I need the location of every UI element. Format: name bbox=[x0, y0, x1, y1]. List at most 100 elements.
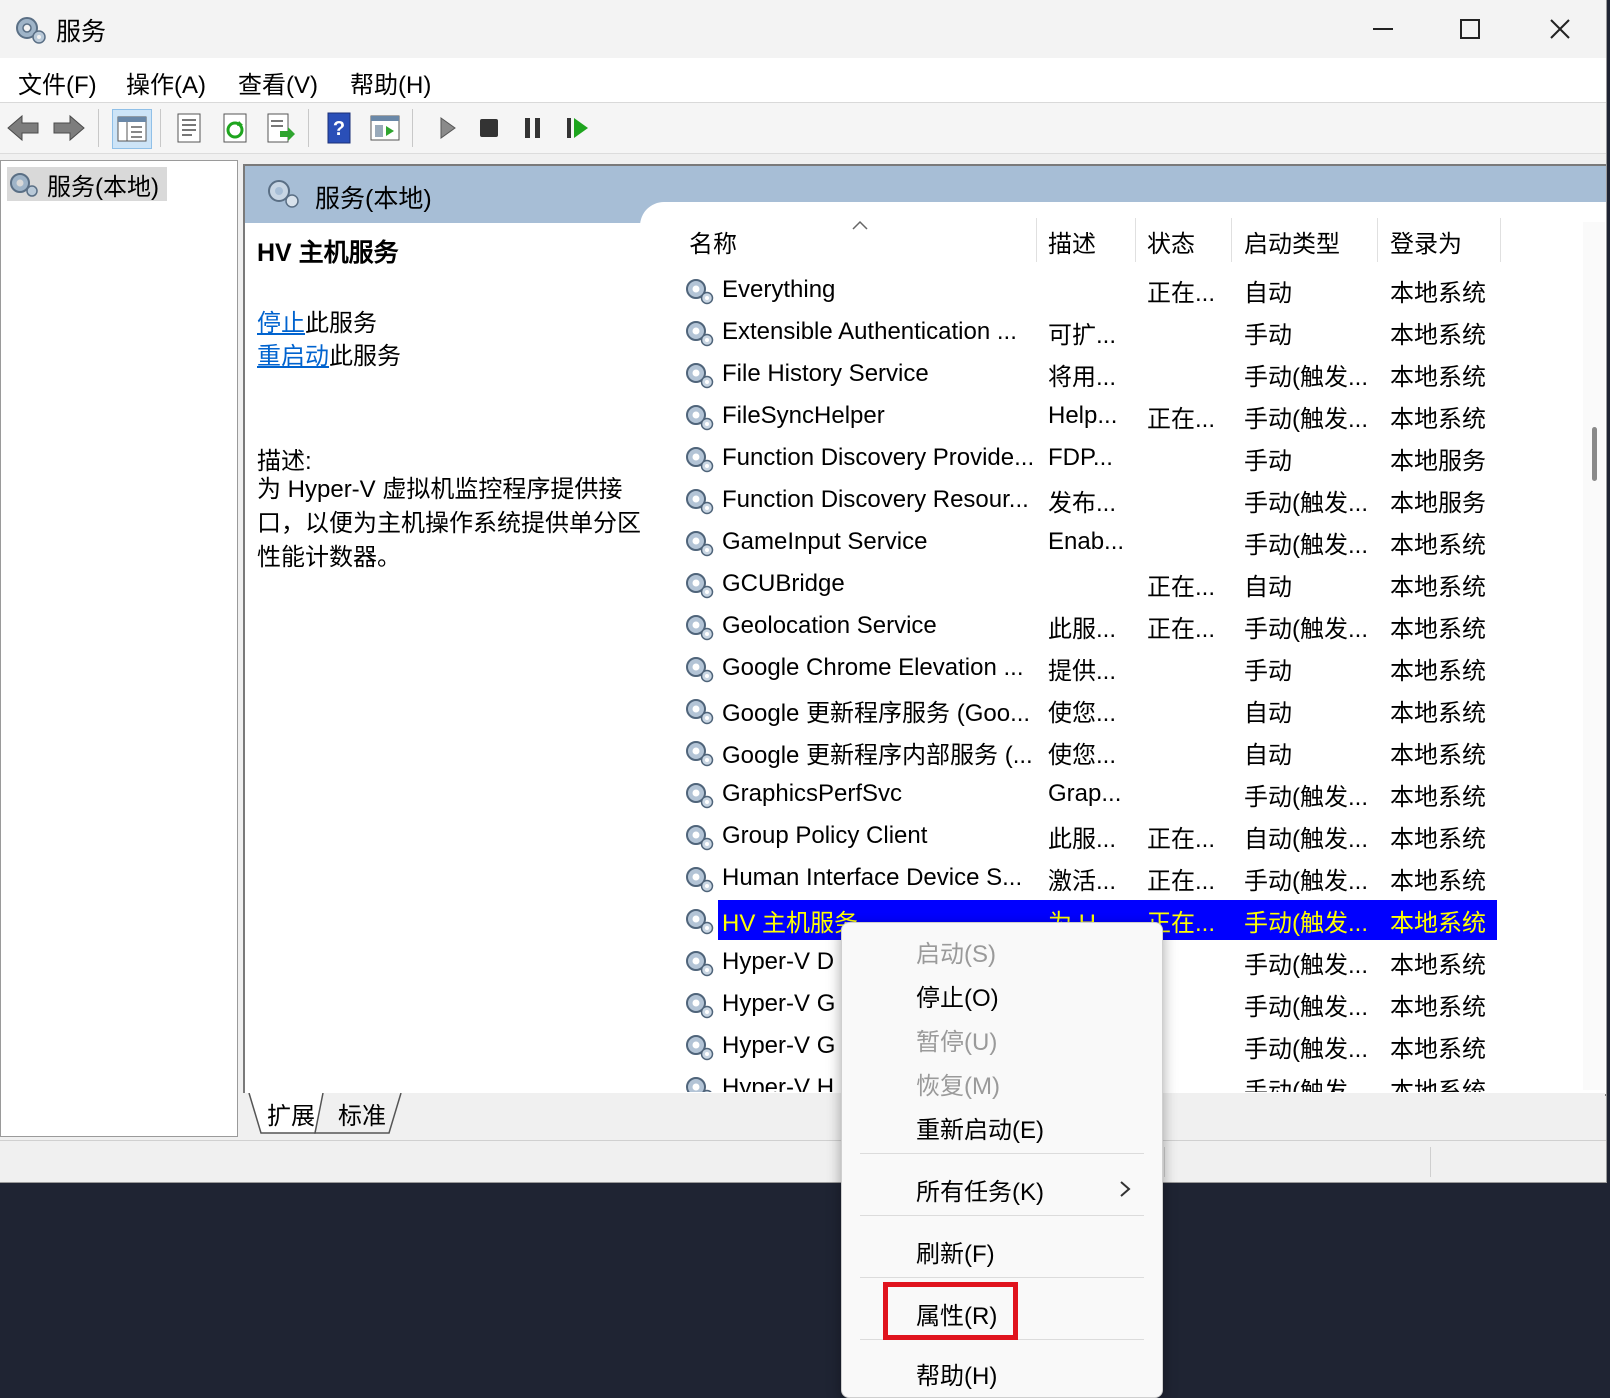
menu-item-help[interactable]: 帮助(H) bbox=[916, 1351, 997, 1395]
scrollbar-thumb[interactable] bbox=[1592, 427, 1597, 481]
row-logon: 本地系统 bbox=[1390, 825, 1486, 853]
table-row[interactable]: Human Interface Device S... 激活... 正在... 手动(… bbox=[680, 858, 1497, 898]
table-row[interactable]: GameInput Service Enab... 手动(触发... 本地系统 bbox=[680, 522, 1497, 562]
menu-help[interactable]: 帮助(H) bbox=[350, 65, 431, 100]
row-name: Everything bbox=[722, 276, 836, 303]
row-name: Group Policy Client bbox=[722, 822, 928, 849]
menu-action[interactable]: 操作(A) bbox=[126, 65, 206, 100]
menu-item-resume[interactable]: 恢复(M) bbox=[916, 1061, 1000, 1105]
description-text: 为 Hyper-V 虚拟机监控程序提供接口，以便为主机操作系统提供单分区性能计数… bbox=[257, 476, 641, 571]
title-bar[interactable]: 服务 bbox=[0, 0, 1606, 58]
stop-service-icon bbox=[480, 119, 498, 137]
tab-standard[interactable]: 标准 bbox=[338, 1093, 386, 1133]
column-header-name[interactable]: 名称 bbox=[689, 222, 737, 260]
row-logon: 本地服务 bbox=[1390, 447, 1486, 475]
row-desc: 此服... bbox=[1048, 615, 1117, 643]
vertical-scrollbar[interactable] bbox=[1583, 222, 1605, 1090]
forward-button[interactable] bbox=[50, 109, 88, 147]
table-row[interactable]: File History Service 将用... 手动(触发... 本地系统 bbox=[680, 354, 1497, 394]
row-status bbox=[1147, 774, 1231, 814]
restart-service-link[interactable]: 重启动 bbox=[257, 343, 329, 370]
column-header-logon-as[interactable]: 登录为 bbox=[1390, 222, 1462, 260]
gear-icon bbox=[16, 17, 46, 44]
service-gear-icon bbox=[686, 741, 714, 767]
minimize-button[interactable] bbox=[1337, 0, 1429, 58]
table-row[interactable]: Function Discovery Provide... FDP... 手动 本地服… bbox=[680, 438, 1497, 478]
table-row[interactable]: Function Discovery Resour... 发布... 手动(触发..… bbox=[680, 480, 1497, 520]
stop-service-line: 停止此服务 bbox=[257, 303, 377, 338]
service-gear-icon bbox=[686, 993, 714, 1019]
console-view-button[interactable] bbox=[366, 109, 404, 147]
row-name: Geolocation Service bbox=[722, 612, 937, 639]
back-arrow-icon bbox=[7, 114, 39, 142]
menu-item-restart[interactable]: 重新启动(E) bbox=[916, 1105, 1044, 1149]
row-name: GCUBridge bbox=[722, 570, 845, 597]
menu-item-start[interactable]: 启动(S) bbox=[916, 929, 996, 973]
maximize-button[interactable] bbox=[1424, 0, 1516, 58]
export-list-button[interactable] bbox=[262, 109, 300, 147]
row-startup: 自动 bbox=[1244, 279, 1292, 307]
row-logon: 本地系统 bbox=[1390, 741, 1486, 769]
table-row[interactable]: Geolocation Service 此服... 正在... 手动(触发... 本地系… bbox=[680, 606, 1497, 646]
stop-service-button[interactable] bbox=[470, 109, 508, 147]
show-tree-button[interactable] bbox=[112, 109, 152, 149]
row-startup: 自动 bbox=[1244, 573, 1292, 601]
properties-button[interactable] bbox=[170, 109, 208, 147]
table-row[interactable]: Everything 正在... 自动 本地系统 bbox=[680, 270, 1497, 310]
table-row[interactable]: FileSyncHelper Help... 正在... 手动(触发... 本地系统 bbox=[680, 396, 1497, 436]
menu-view[interactable]: 查看(V) bbox=[238, 65, 318, 100]
service-gear-icon bbox=[686, 783, 714, 809]
service-gear-icon bbox=[686, 573, 714, 599]
table-row[interactable]: Google Chrome Elevation ... 提供... 手动 本地系统 bbox=[680, 648, 1497, 688]
row-status bbox=[1147, 438, 1231, 478]
close-button[interactable] bbox=[1514, 0, 1606, 58]
row-status: 正在... bbox=[1147, 867, 1216, 895]
menu-item-all-tasks[interactable]: 所有任务(K) bbox=[916, 1167, 1044, 1211]
row-desc bbox=[1048, 270, 1134, 310]
tab-extended[interactable]: 扩展 bbox=[267, 1093, 315, 1133]
tree-item-label: 服务(本地) bbox=[47, 173, 159, 201]
column-header-description[interactable]: 描述 bbox=[1048, 222, 1096, 260]
service-gear-icon bbox=[686, 825, 714, 851]
menu-item-stop[interactable]: 停止(O) bbox=[916, 973, 999, 1017]
row-status: 正在... bbox=[1147, 615, 1216, 643]
stop-service-link[interactable]: 停止 bbox=[257, 310, 305, 337]
row-status bbox=[1147, 690, 1231, 730]
row-logon: 本地系统 bbox=[1390, 1077, 1486, 1093]
restart-service-button[interactable] bbox=[558, 109, 596, 147]
row-logon: 本地系统 bbox=[1390, 699, 1486, 727]
refresh-button[interactable] bbox=[216, 109, 254, 147]
column-header-status[interactable]: 状态 bbox=[1147, 222, 1195, 260]
table-row[interactable]: Extensible Authentication ... 可扩... 手动 本地系统 bbox=[680, 312, 1497, 352]
row-startup: 手动(触发... bbox=[1244, 993, 1368, 1021]
row-status bbox=[1147, 312, 1231, 352]
restart-service-line: 重启动此服务 bbox=[257, 336, 401, 371]
row-logon: 本地系统 bbox=[1390, 531, 1486, 559]
row-startup: 手动(触发... bbox=[1244, 783, 1368, 811]
row-startup: 自动 bbox=[1244, 741, 1292, 769]
start-service-button[interactable] bbox=[428, 109, 466, 147]
pause-service-button[interactable] bbox=[514, 109, 552, 147]
row-name: Function Discovery Provide... bbox=[722, 444, 1032, 471]
table-row[interactable]: Group Policy Client 此服... 正在... 自动(触发... 本地系… bbox=[680, 816, 1497, 856]
menu-item-refresh[interactable]: 刷新(F) bbox=[916, 1229, 995, 1273]
row-desc: 使您... bbox=[1048, 741, 1117, 769]
column-header-startup-type[interactable]: 启动类型 bbox=[1244, 222, 1340, 260]
back-button[interactable] bbox=[4, 109, 42, 147]
menu-file[interactable]: 文件(F) bbox=[18, 65, 97, 100]
row-status bbox=[1147, 354, 1231, 394]
service-gear-icon bbox=[686, 657, 714, 683]
tree-item-services-local[interactable]: 服务(本地) bbox=[7, 167, 167, 201]
detail-pane: HV 主机服务 停止此服务 重启动此服务 描述: 为 Hyper-V 虚拟机监控… bbox=[245, 223, 655, 1093]
menu-item-pause[interactable]: 暂停(U) bbox=[916, 1017, 997, 1061]
help-button[interactable]: ? bbox=[320, 109, 358, 147]
table-row[interactable]: GCUBridge 正在... 自动 本地系统 bbox=[680, 564, 1497, 604]
help-icon: ? bbox=[327, 112, 351, 144]
row-name: GameInput Service bbox=[722, 528, 928, 555]
table-row[interactable]: Google 更新程序服务 (Goo... 使您... 自动 本地系统 bbox=[680, 690, 1497, 730]
row-startup: 手动 bbox=[1244, 657, 1292, 685]
table-row[interactable]: Google 更新程序内部服务 (... 使您... 自动 本地系统 bbox=[680, 732, 1497, 772]
table-row[interactable]: GraphicsPerfSvc Grap... 手动(触发... 本地系统 bbox=[680, 774, 1497, 814]
row-status: 正在... bbox=[1147, 825, 1216, 853]
row-desc: Grap... bbox=[1048, 780, 1122, 807]
